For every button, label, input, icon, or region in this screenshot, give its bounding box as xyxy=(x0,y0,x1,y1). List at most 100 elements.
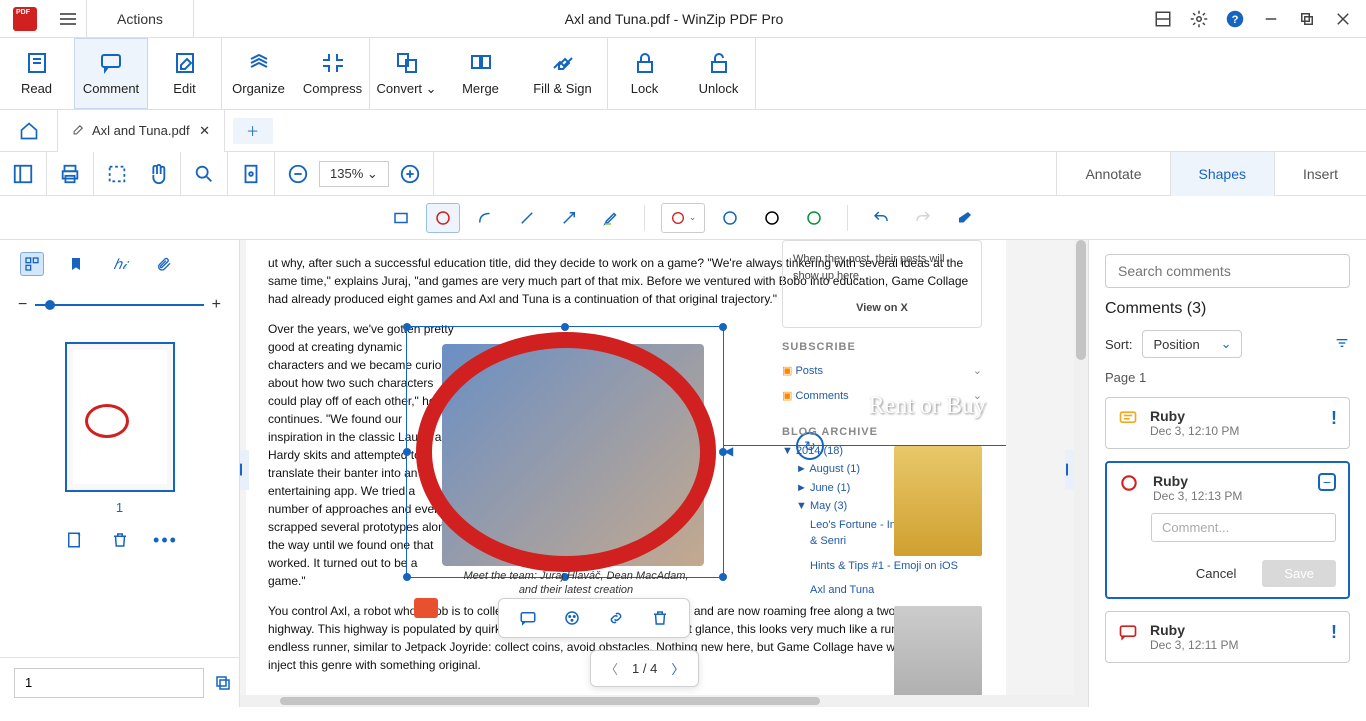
document-viewport[interactable]: ut why, after such a successful educatio… xyxy=(240,240,1088,707)
link-icon[interactable] xyxy=(605,607,627,629)
hand-icon[interactable] xyxy=(146,163,168,185)
zoom-out-icon[interactable] xyxy=(287,163,309,185)
comment-priority-icon[interactable]: ! xyxy=(1331,622,1337,652)
stroke-green-icon[interactable] xyxy=(797,203,831,233)
shape-curve-icon[interactable] xyxy=(468,203,502,233)
gear-icon[interactable] xyxy=(1190,10,1208,28)
sort-select[interactable]: Position⌄ xyxy=(1142,330,1242,358)
thumb-zoom-out[interactable]: − xyxy=(18,296,27,314)
vertical-scrollbar[interactable] xyxy=(1074,240,1088,707)
home-button[interactable] xyxy=(0,110,58,152)
comment-author: Ruby xyxy=(1153,473,1306,489)
delete-annotation-icon[interactable] xyxy=(649,607,671,629)
bookmarks-tab-icon[interactable] xyxy=(64,252,88,276)
attachments-tab-icon[interactable] xyxy=(152,252,176,276)
thumb-zoom-slider[interactable] xyxy=(35,304,203,306)
thumbnails-tab-icon[interactable] xyxy=(20,252,44,276)
zoom-value[interactable]: 135% ⌄ xyxy=(319,161,389,187)
fill-sign-button[interactable]: Fill & Sign xyxy=(518,38,608,109)
maximize-button[interactable] xyxy=(1298,10,1316,28)
window-title: Axl and Tuna.pdf - WinZip PDF Pro xyxy=(194,11,1154,27)
stroke-black-icon[interactable] xyxy=(755,203,789,233)
comments-page-label: Page 1 xyxy=(1105,370,1350,385)
help-icon[interactable]: ? xyxy=(1226,10,1244,28)
undo-icon[interactable] xyxy=(864,203,898,233)
compress-button[interactable]: Compress xyxy=(296,38,370,109)
zoom-in-icon[interactable] xyxy=(399,163,421,185)
tab-annotate[interactable]: Annotate xyxy=(1056,152,1169,196)
menu-button[interactable] xyxy=(50,0,86,38)
sticky-note-icon[interactable] xyxy=(414,598,438,618)
page-number-input[interactable] xyxy=(14,668,204,698)
filter-icon[interactable] xyxy=(1334,335,1350,354)
layout-icon[interactable] xyxy=(1154,10,1172,28)
lock-button[interactable]: Lock xyxy=(608,38,682,109)
selection-box[interactable] xyxy=(406,326,724,578)
thumb-zoom-in[interactable]: + xyxy=(212,296,221,314)
convert-button[interactable]: Convert ⌄ xyxy=(370,38,444,109)
comment-card[interactable]: RubyDec 3, 12:10 PM ! xyxy=(1105,397,1350,449)
stroke-blue-icon[interactable] xyxy=(713,203,747,233)
comment-card[interactable]: RubyDec 3, 12:11 PM ! xyxy=(1105,611,1350,663)
prev-page-icon[interactable]: 〈 xyxy=(605,659,618,678)
shape-arrow-icon[interactable] xyxy=(552,203,586,233)
sidebar-thumbnail xyxy=(894,606,982,707)
color-icon[interactable] xyxy=(561,607,583,629)
tab-title: Axl and Tuna.pdf xyxy=(92,123,190,138)
comments-link[interactable]: Comments xyxy=(795,390,848,402)
document-tab[interactable]: Axl and Tuna.pdf ✕ xyxy=(58,110,225,152)
thumb-delete-icon[interactable] xyxy=(109,529,131,551)
image-caption: and their latest creation xyxy=(446,582,706,599)
print-icon[interactable] xyxy=(59,163,81,185)
read-button[interactable]: Read xyxy=(0,38,74,109)
unlock-button[interactable]: Unlock xyxy=(682,38,756,109)
search-comments-input[interactable] xyxy=(1105,254,1350,288)
comment-time: Dec 3, 12:10 PM xyxy=(1150,424,1321,438)
thumb-add-page-icon[interactable] xyxy=(63,529,85,551)
posts-link[interactable]: Posts xyxy=(795,365,823,377)
svg-text:?: ? xyxy=(1232,13,1239,25)
search-icon[interactable] xyxy=(193,163,215,185)
organize-button[interactable]: Organize xyxy=(222,38,296,109)
shape-highlight-icon[interactable] xyxy=(594,203,628,233)
panel-toggle-icon[interactable] xyxy=(12,163,34,185)
shape-rect-icon[interactable] xyxy=(384,203,418,233)
cancel-button[interactable]: Cancel xyxy=(1180,560,1252,587)
collapse-comment-icon[interactable]: − xyxy=(1318,473,1336,491)
stroke-red-icon[interactable]: ⌄ xyxy=(661,203,705,233)
archive-link[interactable]: Hints & Tips #1 - Emoji on iOS xyxy=(782,557,982,576)
comment-priority-icon[interactable]: ! xyxy=(1331,408,1337,438)
horizontal-scrollbar[interactable] xyxy=(240,695,1088,707)
comment-text-input[interactable]: Comment... xyxy=(1151,513,1336,542)
next-page-icon[interactable]: 〉 xyxy=(671,659,684,678)
edit-button[interactable]: Edit xyxy=(148,38,222,109)
collapse-left-icon[interactable]: ▎ xyxy=(240,450,249,490)
thumb-more-icon[interactable]: ••• xyxy=(155,529,177,551)
redo-icon[interactable] xyxy=(906,203,940,233)
shape-line-icon[interactable] xyxy=(510,203,544,233)
actions-menu[interactable]: Actions xyxy=(86,0,194,38)
view-on-x-link[interactable]: View on X xyxy=(793,300,971,317)
comment-author: Ruby xyxy=(1150,622,1321,638)
page-jump-icon[interactable] xyxy=(214,672,232,694)
thumb-page-number: 1 xyxy=(0,500,239,515)
tab-close-icon[interactable]: ✕ xyxy=(198,124,212,138)
comment-card-selected[interactable]: RubyDec 3, 12:13 PM − Comment... Cancel … xyxy=(1105,461,1350,599)
erase-icon[interactable] xyxy=(948,203,982,233)
merge-button[interactable]: Merge xyxy=(444,38,518,109)
tab-insert[interactable]: Insert xyxy=(1274,152,1366,196)
new-tab-button[interactable]: ＋ xyxy=(233,118,273,144)
signatures-tab-icon[interactable]: ℎ𝒾 xyxy=(108,252,132,276)
blog-archive-header: BLOG ARCHIVE xyxy=(782,423,982,442)
shape-oval-icon[interactable] xyxy=(426,203,460,233)
save-button[interactable]: Save xyxy=(1262,560,1336,587)
select-icon[interactable] xyxy=(106,163,128,185)
minimize-button[interactable] xyxy=(1262,10,1280,28)
archive-link[interactable]: Axl and Tuna xyxy=(782,581,982,600)
page-icon[interactable] xyxy=(240,163,262,185)
close-button[interactable] xyxy=(1334,10,1352,28)
comment-button[interactable]: Comment xyxy=(74,38,148,109)
tab-shapes[interactable]: Shapes xyxy=(1170,152,1274,196)
page-thumbnail[interactable] xyxy=(65,342,175,492)
reply-icon[interactable] xyxy=(517,607,539,629)
